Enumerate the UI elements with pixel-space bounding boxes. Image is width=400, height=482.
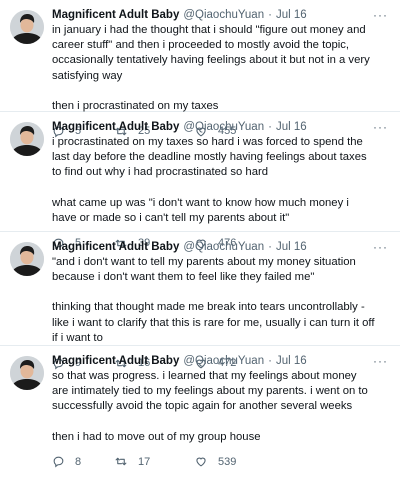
separator: · <box>268 241 272 253</box>
separator: · <box>268 9 272 21</box>
user-handle[interactable]: @QiaochuYuan <box>183 120 264 135</box>
tweet[interactable]: ··· Magnificent Adult Baby @QiaochuYuan … <box>0 346 400 482</box>
tweet-date[interactable]: Jul 16 <box>276 120 307 135</box>
tweet-text: in january i had the thought that i shou… <box>52 24 370 82</box>
more-icon[interactable]: ··· <box>373 240 388 254</box>
avatar[interactable] <box>10 10 44 44</box>
tweet-timeline: ··· Magnificent Adult Baby @QiaochuYuan … <box>0 0 400 482</box>
retweet-count: 17 <box>138 455 151 468</box>
display-name[interactable]: Magnificent Adult Baby <box>52 240 179 255</box>
tweet-body: in january i had the thought that i shou… <box>52 23 390 114</box>
tweet-text: what came up was "i don't want to know h… <box>52 196 349 224</box>
more-icon[interactable]: ··· <box>373 8 388 22</box>
tweet-body: i procrastinated on my taxes so hard i w… <box>52 135 390 226</box>
tweet-header: Magnificent Adult Baby @QiaochuYuan · Ju… <box>52 120 390 135</box>
heart-icon <box>194 455 208 468</box>
more-icon[interactable]: ··· <box>373 120 388 134</box>
tweet-body: so that was progress. i learned that my … <box>52 369 390 445</box>
avatar[interactable] <box>10 122 44 156</box>
avatar[interactable] <box>10 356 44 390</box>
tweet-text: then i had to move out of my group house <box>52 430 261 443</box>
retweet-button[interactable]: 17 <box>114 455 194 468</box>
tweet-text: thinking that thought made me break into… <box>52 301 375 344</box>
user-handle[interactable]: @QiaochuYuan <box>183 354 264 369</box>
user-handle[interactable]: @QiaochuYuan <box>183 8 264 23</box>
tweet[interactable]: ··· Magnificent Adult Baby @QiaochuYuan … <box>0 112 400 249</box>
separator: · <box>268 121 272 133</box>
reply-count: 8 <box>75 455 82 468</box>
display-name[interactable]: Magnificent Adult Baby <box>52 354 179 369</box>
user-handle[interactable]: @QiaochuYuan <box>183 240 264 255</box>
tweet-text: "and i don't want to tell my parents abo… <box>52 256 356 284</box>
tweet-date[interactable]: Jul 16 <box>276 354 307 369</box>
tweet[interactable]: ··· Magnificent Adult Baby @QiaochuYuan … <box>0 0 400 137</box>
avatar[interactable] <box>10 242 44 276</box>
more-icon[interactable]: ··· <box>373 354 388 368</box>
tweet-body: "and i don't want to tell my parents abo… <box>52 255 390 346</box>
retweet-icon <box>114 455 128 468</box>
reply-button[interactable]: 8 <box>52 455 114 468</box>
tweet-text: so that was progress. i learned that my … <box>52 370 368 413</box>
like-button[interactable]: 539 <box>194 455 236 468</box>
separator: · <box>268 355 272 367</box>
like-count: 539 <box>218 455 237 468</box>
reply-icon <box>52 455 65 468</box>
tweet[interactable]: ··· Magnificent Adult Baby @QiaochuYuan … <box>0 232 400 369</box>
display-name[interactable]: Magnificent Adult Baby <box>52 120 179 135</box>
tweet-date[interactable]: Jul 16 <box>276 240 307 255</box>
tweet-header: Magnificent Adult Baby @QiaochuYuan · Ju… <box>52 240 390 255</box>
tweet-header: Magnificent Adult Baby @QiaochuYuan · Ju… <box>52 8 390 23</box>
display-name[interactable]: Magnificent Adult Baby <box>52 8 179 23</box>
tweet-header: Magnificent Adult Baby @QiaochuYuan · Ju… <box>52 354 390 369</box>
tweet-text: i procrastinated on my taxes so hard i w… <box>52 136 367 179</box>
tweet-actions: 8 17 539 <box>52 452 390 472</box>
tweet-date[interactable]: Jul 16 <box>276 8 307 23</box>
